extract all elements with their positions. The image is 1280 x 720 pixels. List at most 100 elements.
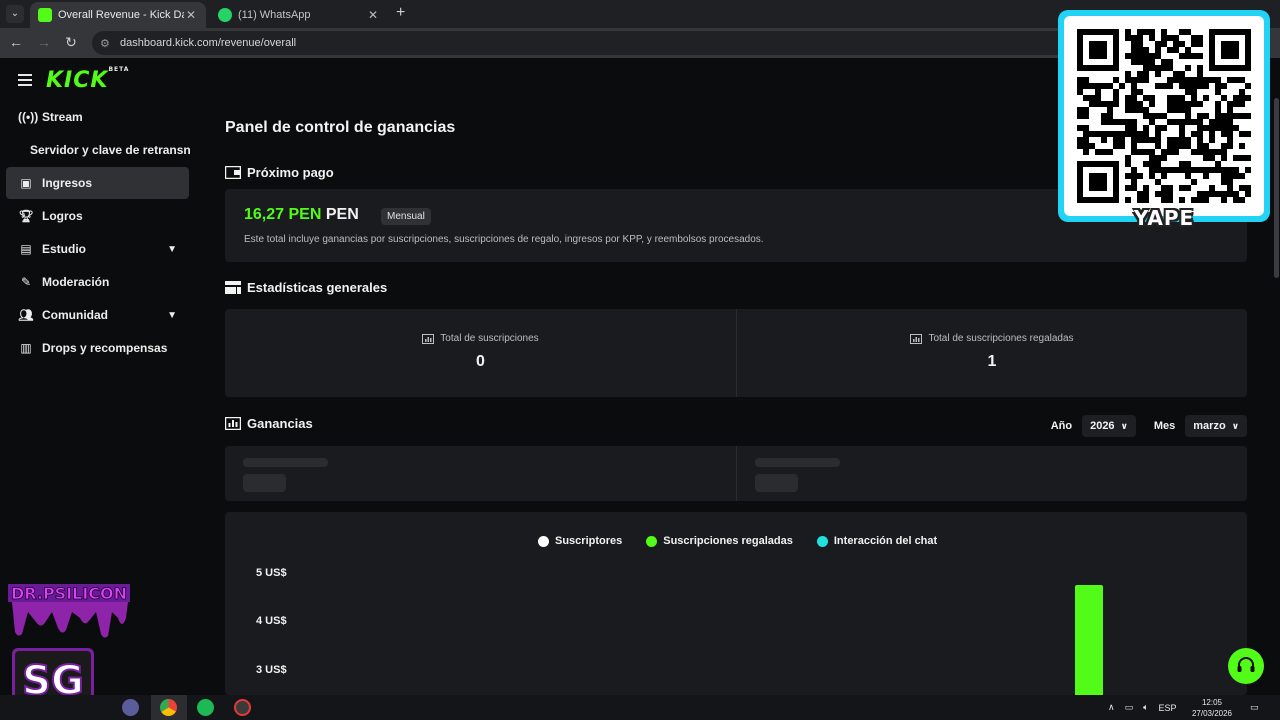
windows-taskbar: ∧ ▭ 🔈︎ ESP 12:05 27/03/2026 ▭: [0, 695, 1280, 720]
payout-amount: 16,27 PEN PEN: [244, 206, 359, 223]
people-icon: 👥︎: [18, 308, 34, 322]
chevron-down-icon[interactable]: ▼: [167, 310, 177, 321]
site-info-icon[interactable]: ⚙: [100, 37, 114, 50]
close-tab-icon[interactable]: ✕: [366, 8, 380, 22]
support-chat-button[interactable]: [1228, 648, 1264, 684]
legend-item-subscribers[interactable]: Suscriptores: [538, 535, 622, 547]
sidebar-item-ingresos[interactable]: ▣ Ingresos: [6, 167, 189, 199]
wallet-icon: ▣: [20, 176, 32, 190]
back-icon[interactable]: ←: [8, 34, 24, 50]
stat-value: 1: [987, 353, 997, 370]
sidebar-item-label: Comunidad: [42, 308, 108, 322]
url-text: dashboard.kick.com/revenue/overall: [120, 37, 297, 49]
y-tick-label: 4 US$: [256, 615, 287, 627]
yape-label: YAPE: [1133, 206, 1195, 230]
gift-icon: ▥: [20, 341, 32, 355]
chevron-down-icon[interactable]: ▼: [167, 244, 177, 255]
general-stats-card: Total de suscripciones 0 Total de suscri…: [225, 309, 1247, 397]
wrench-icon: ✎: [20, 275, 32, 289]
next-payout-heading: Próximo pago: [225, 165, 334, 180]
stat-label: Total de suscripciones regaladas: [928, 333, 1074, 344]
tab-whatsapp[interactable]: (11) WhatsApp ✕: [210, 2, 388, 28]
tab-title: Overall Revenue - Kick Dashbo: [58, 9, 184, 21]
page-scrollbar[interactable]: [1274, 98, 1279, 278]
stat-total-subs: Total de suscripciones 0: [225, 309, 736, 397]
svg-text:DR.PSILICON: DR.PSILICON: [11, 584, 127, 603]
earnings-filters: Año 2026 ∨ Mes marzo ∨: [1051, 415, 1247, 437]
whatsapp-favicon-icon: [218, 8, 232, 22]
stat-label: Total de suscripciones: [440, 333, 539, 344]
stats-icon: [225, 281, 241, 294]
forward-icon[interactable]: →: [36, 34, 52, 50]
frequency-badge: Mensual: [381, 208, 431, 225]
y-tick-label: 5 US$: [256, 567, 287, 579]
tab-kick-dashboard[interactable]: Overall Revenue - Kick Dashbo ✕: [30, 2, 206, 28]
close-tab-icon[interactable]: ✕: [184, 8, 198, 22]
spotify-icon[interactable]: [197, 699, 214, 716]
obs-icon[interactable]: [234, 699, 251, 716]
page-title: Panel de control de ganancias: [225, 119, 456, 136]
chart-legend: Suscriptores Suscripciones regaladas Int…: [538, 535, 961, 547]
month-label: Mes: [1153, 420, 1176, 432]
reload-icon[interactable]: ↻: [63, 34, 79, 51]
address-bar[interactable]: ⚙ dashboard.kick.com/revenue/overall: [92, 31, 1072, 55]
taskbar-clock[interactable]: 12:05 27/03/2026: [1186, 697, 1238, 719]
tray-chevron-icon[interactable]: ∧: [1108, 702, 1115, 713]
sidebar-item-label: Drops y recompensas: [42, 341, 168, 355]
sidebar-item-estudio[interactable]: ▤ Estudio ▼: [6, 233, 189, 265]
kick-favicon-icon: [38, 8, 52, 22]
skeleton-block: [225, 446, 736, 501]
bar-chart-icon: [910, 333, 923, 344]
chevron-down-icon: ∨: [1231, 420, 1239, 431]
notifications-icon[interactable]: ▭: [1250, 695, 1259, 720]
yape-qr-overlay: [1058, 10, 1270, 222]
chrome-icon[interactable]: [160, 699, 177, 716]
sidebar-item-drops[interactable]: ▥ Drops y recompensas: [6, 332, 189, 364]
volume-icon[interactable]: 🔈︎: [1143, 702, 1148, 713]
stat-value: 0: [476, 353, 485, 370]
system-tray: ∧ ▭ 🔈︎ ESP: [1108, 695, 1177, 720]
legend-item-gifted[interactable]: Suscripciones regaladas: [646, 535, 793, 547]
sidebar: KICKBETA ((•)) Stream Servidor y clave d…: [0, 58, 200, 706]
headset-icon: [1237, 657, 1255, 672]
payout-description: Este total incluye ganancias por suscrip…: [244, 234, 764, 245]
year-label: Año: [1050, 420, 1073, 432]
sidebar-item-label: Ingresos: [42, 176, 93, 190]
legend-item-chat[interactable]: Interacción del chat: [816, 535, 937, 547]
studio-icon: ▤: [20, 242, 32, 256]
sidebar-item-label: Estudio: [42, 242, 86, 256]
chart-bar-gifted[interactable]: [1075, 584, 1103, 695]
sidebar-item-label: Logros: [42, 209, 83, 223]
earnings-chart-card: Suscriptores Suscripciones regaladas Int…: [225, 512, 1247, 695]
sidebar-item-moderacion[interactable]: ✎ Moderación: [6, 266, 189, 298]
skeleton-block: [736, 446, 1247, 501]
new-tab-button[interactable]: +: [396, 5, 405, 21]
kick-logo[interactable]: KICKBETA: [46, 66, 129, 93]
sidebar-item-stream[interactable]: ((•)) Stream: [6, 101, 189, 133]
y-tick-label: 3 US$: [256, 664, 287, 676]
broadcast-icon: ((•)): [18, 110, 39, 124]
bar-chart-icon: [422, 333, 435, 344]
qr-code-icon: [1077, 29, 1251, 203]
streamer-logo: DR.PSILICON: [8, 584, 130, 638]
app-icon[interactable]: [122, 699, 139, 716]
earnings-summary-loading: [225, 446, 1247, 501]
sidebar-item-logros[interactable]: 🏆︎ Logros: [6, 200, 189, 232]
month-select[interactable]: marzo ∨: [1185, 415, 1247, 437]
language-indicator[interactable]: ESP: [1159, 703, 1177, 713]
tab-search-button[interactable]: ⌄: [6, 5, 24, 23]
sidebar-item-comunidad[interactable]: 👥︎ Comunidad ▼: [6, 299, 189, 331]
general-stats-heading: Estadísticas generales: [225, 280, 387, 295]
sidebar-item-label: Stream: [42, 110, 83, 124]
sidebar-item-label: Moderación: [42, 275, 110, 289]
network-icon[interactable]: ▭: [1125, 702, 1134, 713]
tab-title: (11) WhatsApp: [238, 9, 311, 21]
earnings-heading: Ganancias: [225, 416, 313, 431]
year-select[interactable]: 2026 ∨: [1082, 415, 1136, 437]
menu-icon[interactable]: [18, 74, 32, 89]
trophy-icon: 🏆︎: [18, 209, 34, 223]
bar-chart-icon: [225, 417, 241, 430]
chevron-down-icon: ∨: [1120, 420, 1128, 431]
sidebar-item-server-key[interactable]: Servidor y clave de retransn: [30, 143, 191, 157]
stat-total-gifted: Total de suscripciones regaladas 1: [736, 309, 1247, 397]
